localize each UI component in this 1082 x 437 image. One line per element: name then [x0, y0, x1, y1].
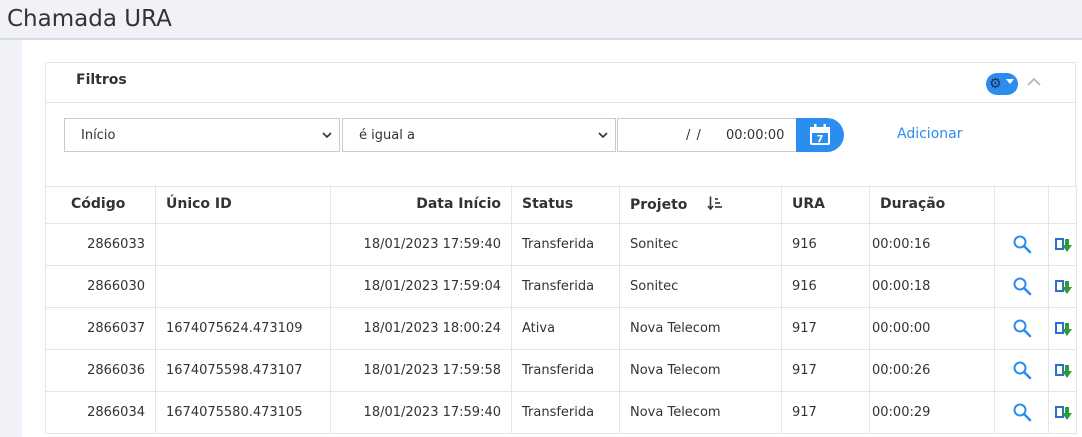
settings-dropdown-button[interactable]: ⚙ — [986, 73, 1018, 95]
calendar-day: 7 — [817, 134, 824, 145]
cell-duracao: 00:00:26 — [869, 349, 995, 392]
magnifier-icon[interactable] — [1012, 402, 1032, 422]
cell-duracao: 00:00:29 — [869, 391, 995, 434]
cell-view — [994, 391, 1049, 434]
cell-ura: 916 — [781, 265, 870, 308]
column-header-projeto-label: Projeto — [630, 196, 688, 213]
magnifier-icon[interactable] — [1012, 360, 1032, 380]
column-header-status[interactable]: Status — [511, 185, 620, 224]
filter-header: Filtros ⚙ — [46, 63, 1075, 103]
cell-download — [1048, 307, 1077, 350]
caret-down-icon — [1006, 79, 1014, 84]
time-value: 00:00:00 — [726, 128, 785, 143]
cell-ura: 917 — [781, 391, 870, 434]
column-header-codigo[interactable]: Código — [45, 185, 156, 224]
column-header-data-inicio[interactable]: Data Início — [330, 185, 512, 224]
operator-select[interactable]: é igual a — [342, 118, 616, 152]
filter-panel: Filtros ⚙ Início é igual a / / 00:00:00 — [45, 62, 1076, 187]
cell-download — [1048, 265, 1077, 308]
cell-ura: 917 — [781, 349, 870, 392]
calendar-button[interactable]: 7 — [796, 118, 844, 152]
table-row: 2866037 1674075624.473109 18/01/2023 18:… — [45, 307, 1077, 350]
cell-status: Transferida — [511, 265, 620, 308]
cell-projeto: Sonitec — [619, 265, 782, 308]
cell-data-inicio: 18/01/2023 18:00:24 — [330, 307, 512, 350]
cell-unico-id: 1674075580.473105 — [155, 391, 331, 434]
column-header-view — [994, 185, 1049, 224]
cell-codigo: 2866037 — [45, 307, 156, 350]
cell-unico-id: 1674075598.473107 — [155, 349, 331, 392]
magnifier-icon[interactable] — [1012, 234, 1032, 254]
cell-status: Transferida — [511, 349, 620, 392]
cell-projeto: Nova Telecom — [619, 307, 782, 350]
calendar-icon: 7 — [810, 124, 830, 145]
cell-view — [994, 349, 1049, 392]
cell-codigo: 2866034 — [45, 391, 156, 434]
download-icon[interactable] — [1053, 402, 1073, 422]
column-header-ura[interactable]: URA — [781, 185, 870, 224]
cell-view — [994, 223, 1049, 266]
cell-duracao: 00:00:16 — [869, 223, 995, 266]
cell-codigo: 2866030 — [45, 265, 156, 308]
cell-status: Transferida — [511, 391, 620, 434]
filter-title: Filtros — [76, 72, 127, 88]
table-row: 2866033 18/01/2023 17:59:40 Transferida … — [45, 223, 1077, 266]
cell-projeto: Sonitec — [619, 223, 782, 266]
column-header-duracao[interactable]: Duração — [869, 185, 995, 224]
cell-data-inicio: 18/01/2023 17:59:40 — [330, 223, 512, 266]
cell-data-inicio: 18/01/2023 17:59:04 — [330, 265, 512, 308]
date-time-input[interactable]: / / 00:00:00 — [617, 118, 797, 152]
cell-data-inicio: 18/01/2023 17:59:58 — [330, 349, 512, 392]
field-select-value: Início — [81, 128, 116, 143]
cell-download — [1048, 349, 1077, 392]
cell-view — [994, 307, 1049, 350]
cell-codigo: 2866036 — [45, 349, 156, 392]
sort-icon[interactable] — [707, 195, 723, 211]
date-placeholder: / / — [686, 128, 702, 143]
column-header-unico-id[interactable]: Único ID — [155, 185, 331, 224]
column-header-download — [1048, 185, 1077, 224]
download-icon[interactable] — [1053, 276, 1073, 296]
chevron-up-icon[interactable] — [1024, 72, 1044, 92]
magnifier-icon[interactable] — [1012, 276, 1032, 296]
page-title: Chamada URA — [7, 6, 172, 32]
cell-codigo: 2866033 — [45, 223, 156, 266]
cell-unico-id — [155, 265, 331, 308]
table-row: 2866030 18/01/2023 17:59:04 Transferida … — [45, 265, 1077, 308]
cell-projeto: Nova Telecom — [619, 391, 782, 434]
download-icon[interactable] — [1053, 318, 1073, 338]
cell-ura: 916 — [781, 223, 870, 266]
cell-duracao: 00:00:00 — [869, 307, 995, 350]
chevron-down-icon — [598, 132, 608, 139]
add-filter-link[interactable]: Adicionar — [897, 126, 962, 142]
cell-download — [1048, 391, 1077, 434]
gear-icon: ⚙ — [989, 76, 1002, 92]
download-icon[interactable] — [1053, 234, 1073, 254]
chevron-down-icon — [322, 132, 332, 139]
cell-projeto: Nova Telecom — [619, 349, 782, 392]
cell-download — [1048, 223, 1077, 266]
table-row: 2866036 1674075598.473107 18/01/2023 17:… — [45, 349, 1077, 392]
cell-status: Ativa — [511, 307, 620, 350]
cell-data-inicio: 18/01/2023 17:59:40 — [330, 391, 512, 434]
cell-unico-id — [155, 223, 331, 266]
table-header-row: Código Único ID Data Início Status Proje… — [45, 185, 1077, 224]
page-header: Chamada URA — [0, 0, 1082, 40]
operator-select-value: é igual a — [359, 128, 415, 143]
cell-ura: 917 — [781, 307, 870, 350]
left-rail — [0, 40, 22, 437]
cell-duracao: 00:00:18 — [869, 265, 995, 308]
magnifier-icon[interactable] — [1012, 318, 1032, 338]
cell-unico-id: 1674075624.473109 — [155, 307, 331, 350]
cell-view — [994, 265, 1049, 308]
cell-status: Transferida — [511, 223, 620, 266]
table-row: 2866034 1674075580.473105 18/01/2023 17:… — [45, 391, 1077, 434]
field-select[interactable]: Início — [64, 118, 340, 152]
calls-table: Código Único ID Data Início Status Proje… — [45, 185, 1077, 434]
download-icon[interactable] — [1053, 360, 1073, 380]
main-content: Filtros ⚙ Início é igual a / / 00:00:00 — [22, 40, 1082, 437]
column-header-projeto[interactable]: Projeto — [619, 185, 782, 224]
